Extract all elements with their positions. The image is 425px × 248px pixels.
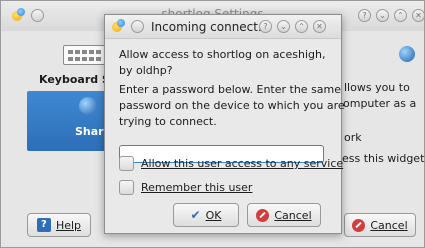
- cancel-icon: [256, 208, 270, 222]
- description-text: llows you to: [344, 81, 410, 94]
- dialog-message-line: Allow access to shortlog on aceshigh,: [119, 48, 326, 61]
- remember-user-label[interactable]: Remember this user: [141, 180, 252, 196]
- remember-user-checkbox[interactable]: [119, 180, 134, 195]
- description-text: ork: [344, 131, 362, 144]
- allow-any-service-label[interactable]: Allow this user access to any service: [141, 156, 343, 172]
- sidebar-item-keyboard-label[interactable]: Keyboard S: [39, 73, 110, 86]
- description-text: ess this widget: [342, 152, 425, 165]
- globe-icon: [399, 46, 415, 62]
- help-icon[interactable]: ?: [358, 9, 371, 22]
- allow-any-service-checkbox[interactable]: [119, 156, 134, 171]
- sidebar-item-share-label: Shar: [75, 125, 104, 138]
- dialog-instruction-line: Enter a password below. Enter the same: [119, 83, 342, 96]
- help-button-label: Help: [55, 218, 82, 232]
- maximize-icon[interactable]: ⌃: [295, 20, 308, 33]
- dialog-message-line: by oldhp?: [119, 64, 173, 77]
- cancel-icon: [352, 218, 366, 232]
- dialog-instruction-line: trying to connect.: [119, 115, 217, 128]
- keyboard-icon: [63, 45, 107, 65]
- minimize-icon[interactable]: ⌄: [376, 9, 389, 22]
- help-icon[interactable]: ?: [259, 20, 272, 33]
- checkmark-icon: ✔: [190, 208, 201, 222]
- window-menu-icon[interactable]: [131, 20, 144, 33]
- close-icon[interactable]: ✕: [313, 20, 326, 33]
- globe-icon: [79, 97, 97, 115]
- maximize-icon[interactable]: ⌃: [394, 9, 407, 22]
- dialog-title: Incoming connect...: [151, 20, 270, 34]
- ok-button-label: OK: [205, 208, 222, 222]
- help-book-icon: ?: [36, 218, 51, 232]
- background-cancel-label: Cancel: [370, 218, 408, 232]
- description-text: omputer as a: [343, 97, 417, 110]
- allow-any-service-text: Allow this user access to any service: [141, 157, 344, 170]
- minimize-icon[interactable]: ⌄: [277, 20, 290, 33]
- cancel-button-label: Cancel: [274, 208, 312, 222]
- dialog-titlebar: Incoming connect... ? ⌄ ⌃ ✕: [105, 15, 341, 39]
- app-logo-icon: [111, 19, 127, 35]
- help-button[interactable]: ? Help: [27, 213, 91, 237]
- ok-button[interactable]: ✔ OK: [173, 203, 239, 227]
- sidebar-item-share[interactable]: Shar: [27, 91, 107, 151]
- background-cancel-button[interactable]: Cancel: [344, 213, 416, 237]
- dialog-instruction-line: password on the device to which you are: [119, 99, 345, 112]
- close-icon[interactable]: ✕: [412, 9, 425, 22]
- incoming-connection-dialog: Incoming connect... ? ⌄ ⌃ ✕ Allow access…: [104, 14, 345, 234]
- remember-user-text: Remember this user: [141, 181, 253, 194]
- cancel-button[interactable]: Cancel: [247, 203, 321, 227]
